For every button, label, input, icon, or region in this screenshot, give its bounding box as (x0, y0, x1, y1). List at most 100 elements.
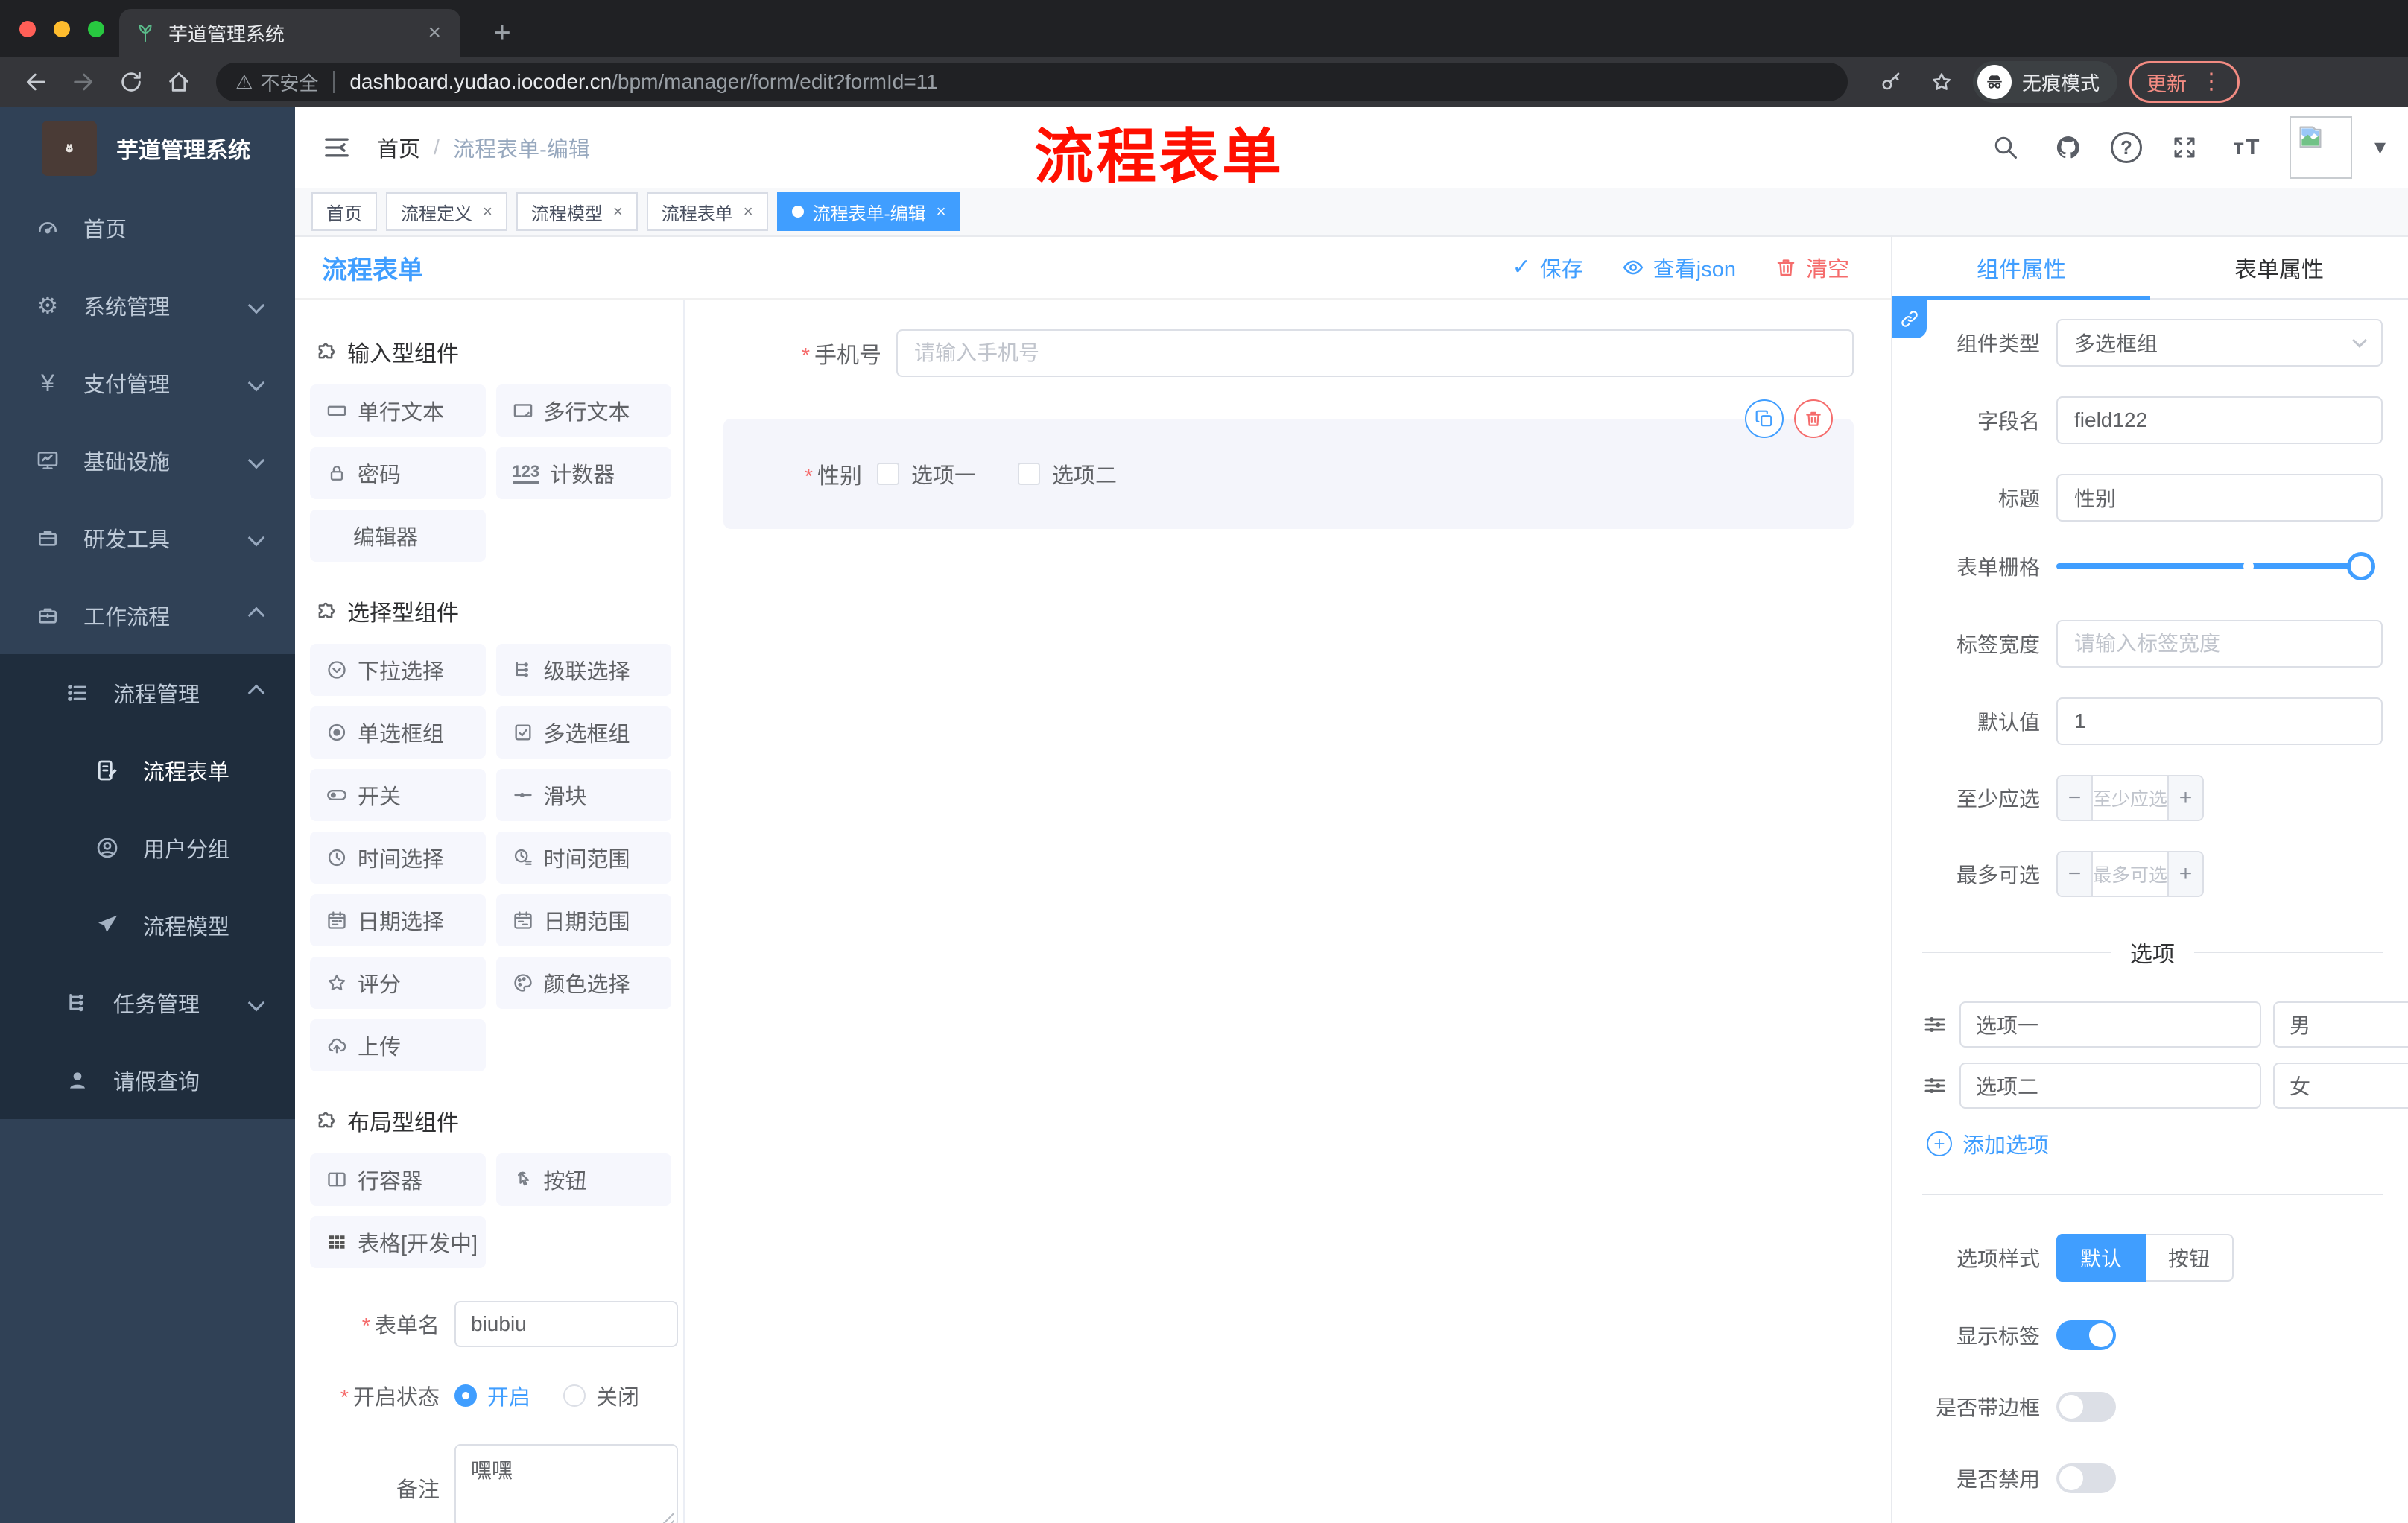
canvas-field-gender-selected[interactable]: * 性别 选项一 选项二 (723, 399, 1854, 529)
browser-tab[interactable]: 芋道管理系统 × (119, 9, 460, 57)
tab-form-props[interactable]: 表单属性 (2150, 237, 2408, 298)
slider-handle[interactable] (2347, 552, 2375, 580)
tag-process-definition[interactable]: 流程定义 × (386, 192, 507, 231)
stepper-decrease-button[interactable]: − (2058, 776, 2093, 820)
form-grid-slider[interactable] (2056, 552, 2375, 580)
sidebar-item-infra[interactable]: 基础设施 (0, 422, 295, 499)
security-warning-icon[interactable]: ⚠ (235, 72, 253, 92)
label-width-input[interactable] (2056, 620, 2383, 668)
style-default-button[interactable]: 默认 (2056, 1234, 2146, 1282)
palette-item-row-container[interactable]: 行容器 (310, 1153, 486, 1206)
tab-component-props[interactable]: 组件属性 (1892, 237, 2150, 300)
palette-item-time-picker[interactable]: 时间选择 (310, 832, 486, 884)
avatar[interactable] (2289, 116, 2352, 179)
tag-process-model[interactable]: 流程模型 × (516, 192, 638, 231)
tag-process-form-edit[interactable]: 流程表单-编辑 × (776, 192, 961, 231)
breadcrumb-home[interactable]: 首页 (377, 132, 420, 163)
sidebar-item-process-mgmt[interactable]: 流程管理 (0, 654, 295, 732)
status-radio-on[interactable]: 开启 (454, 1380, 530, 1411)
field-binding-handle[interactable] (1892, 300, 1927, 338)
security-label[interactable]: 不安全 (260, 69, 318, 96)
sidebar-item-workflow[interactable]: 工作流程 (0, 577, 295, 654)
browser-menu-icon[interactable]: ⋮ (2200, 71, 2222, 93)
forward-button[interactable] (63, 61, 104, 103)
palette-item-counter[interactable]: 123 计数器 (495, 447, 671, 499)
palette-item-color-picker[interactable]: 颜色选择 (495, 957, 671, 1009)
home-button[interactable] (158, 61, 200, 103)
tag-process-form[interactable]: 流程表单 × (646, 192, 768, 231)
sidebar-item-process-form[interactable]: 流程表单 (0, 732, 295, 809)
sidebar-item-leave-query[interactable]: 请假查询 (0, 1042, 295, 1119)
sidebar-collapse-icon[interactable] (316, 133, 358, 162)
avatar-caret-icon[interactable]: ▾ (2374, 136, 2386, 159)
default-value-input[interactable] (2056, 697, 2383, 745)
palette-item-upload[interactable]: 上传 (310, 1019, 486, 1071)
github-icon[interactable] (2048, 127, 2088, 168)
palette-item-date-range[interactable]: 日期范围 (495, 894, 671, 946)
sidebar-item-system[interactable]: ⚙ 系统管理 (0, 267, 295, 344)
reload-button[interactable] (110, 61, 152, 103)
tag-home[interactable]: 首页 (311, 192, 377, 231)
address-bar[interactable]: ⚠ 不安全 dashboard.yudao.iocoder.cn/bpm/man… (216, 63, 1848, 101)
password-key-icon[interactable] (1872, 63, 1910, 101)
option-value-input[interactable] (2273, 1001, 2408, 1048)
palette-item-password[interactable]: 密码 (310, 447, 486, 499)
palette-item-date-picker[interactable]: 日期选择 (310, 894, 486, 946)
sidebar-item-devtools[interactable]: 研发工具 (0, 499, 295, 577)
new-tab-button[interactable]: + (483, 13, 522, 52)
palette-item-editor[interactable]: 编辑器 (310, 510, 486, 562)
sidebar-item-task-mgmt[interactable]: 任务管理 (0, 964, 295, 1042)
update-label[interactable]: 更新 (2146, 68, 2187, 97)
option-value-input[interactable] (2273, 1063, 2408, 1109)
save-button[interactable]: ✓ 保存 (1512, 252, 1583, 283)
palette-item-single-text[interactable]: 单行文本 (310, 384, 486, 437)
checkbox[interactable] (1018, 463, 1041, 485)
sidebar-logo[interactable]: 芋道管理系统 (0, 107, 295, 189)
stepper-increase-button[interactable]: + (2167, 776, 2202, 820)
field-name-input[interactable] (2056, 396, 2383, 444)
palette-item-table[interactable]: 表格[开发中] (310, 1216, 486, 1268)
palette-item-slider[interactable]: 滑块 (495, 769, 671, 821)
sidebar-item-home[interactable]: 首页 (0, 189, 295, 267)
form-name-input[interactable] (454, 1301, 678, 1347)
add-option-button[interactable]: + 添加选项 (1927, 1128, 2383, 1159)
bookmark-star-icon[interactable] (1922, 63, 1961, 101)
sidebar-item-process-model[interactable]: 流程模型 (0, 887, 295, 964)
close-window-button[interactable] (19, 21, 36, 37)
palette-item-multi-text[interactable]: 多行文本 (495, 384, 671, 437)
checkbox[interactable] (877, 463, 899, 485)
show-label-toggle[interactable] (2056, 1320, 2116, 1350)
stepper-increase-button[interactable]: + (2167, 852, 2202, 896)
border-toggle[interactable] (2056, 1392, 2116, 1422)
minimize-window-button[interactable] (54, 21, 70, 37)
option-label-input[interactable] (1959, 1001, 2261, 1048)
clear-button[interactable]: 清空 (1775, 252, 1849, 283)
palette-item-rate[interactable]: 评分 (310, 957, 486, 1009)
palette-item-radio-group[interactable]: 单选框组 (310, 706, 486, 759)
palette-item-cascader[interactable]: 级联选择 (495, 644, 671, 696)
back-button[interactable] (15, 61, 57, 103)
close-icon[interactable]: × (483, 203, 492, 220)
palette-item-button[interactable]: 按钮 (495, 1153, 671, 1206)
view-json-button[interactable]: 查看json (1622, 252, 1736, 283)
zoom-window-button[interactable] (88, 21, 104, 37)
close-icon[interactable]: × (744, 203, 753, 220)
close-icon[interactable]: × (613, 203, 623, 220)
fullscreen-icon[interactable] (2164, 127, 2205, 168)
style-button-button[interactable]: 按钮 (2146, 1234, 2234, 1282)
gender-option-1[interactable]: 选项一 (877, 458, 976, 490)
title-input[interactable] (2056, 474, 2383, 522)
sidebar-item-payment[interactable]: ¥ 支付管理 (0, 344, 295, 422)
update-button[interactable]: 更新 ⋮ (2129, 61, 2240, 103)
search-icon[interactable] (1986, 127, 2026, 168)
font-size-icon[interactable]: ᴛT (2227, 127, 2267, 168)
gender-option-2[interactable]: 选项二 (1018, 458, 1117, 490)
close-tab-icon[interactable]: × (423, 22, 446, 44)
disabled-toggle[interactable] (2056, 1463, 2116, 1493)
canvas-field-phone[interactable]: * 手机号 (723, 329, 1854, 377)
help-icon[interactable]: ? (2110, 132, 2142, 163)
form-remark-textarea[interactable]: 嘿嘿 (454, 1444, 678, 1523)
stepper-decrease-button[interactable]: − (2058, 852, 2093, 896)
component-type-select[interactable]: 多选框组 (2056, 319, 2383, 367)
drag-handle-icon[interactable] (1922, 1073, 1948, 1098)
